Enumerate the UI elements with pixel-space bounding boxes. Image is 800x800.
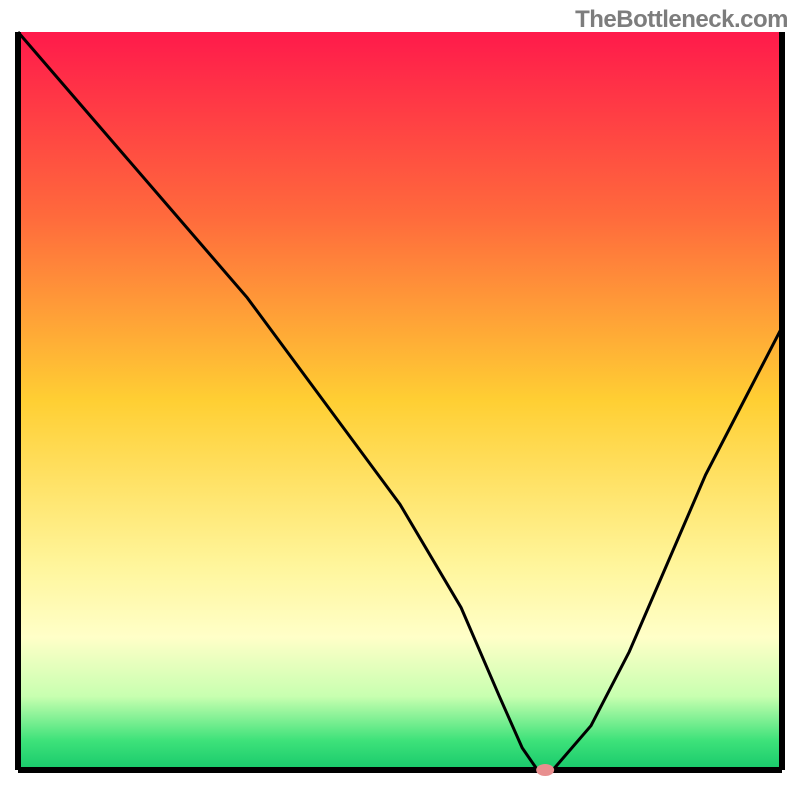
- gradient-background: [18, 32, 782, 770]
- bottleneck-chart: [0, 0, 800, 800]
- chart-container: TheBottleneck.com: [0, 0, 800, 800]
- plot-area: [18, 32, 782, 776]
- watermark-text: TheBottleneck.com: [575, 6, 788, 34]
- optimal-point-marker: [536, 764, 554, 776]
